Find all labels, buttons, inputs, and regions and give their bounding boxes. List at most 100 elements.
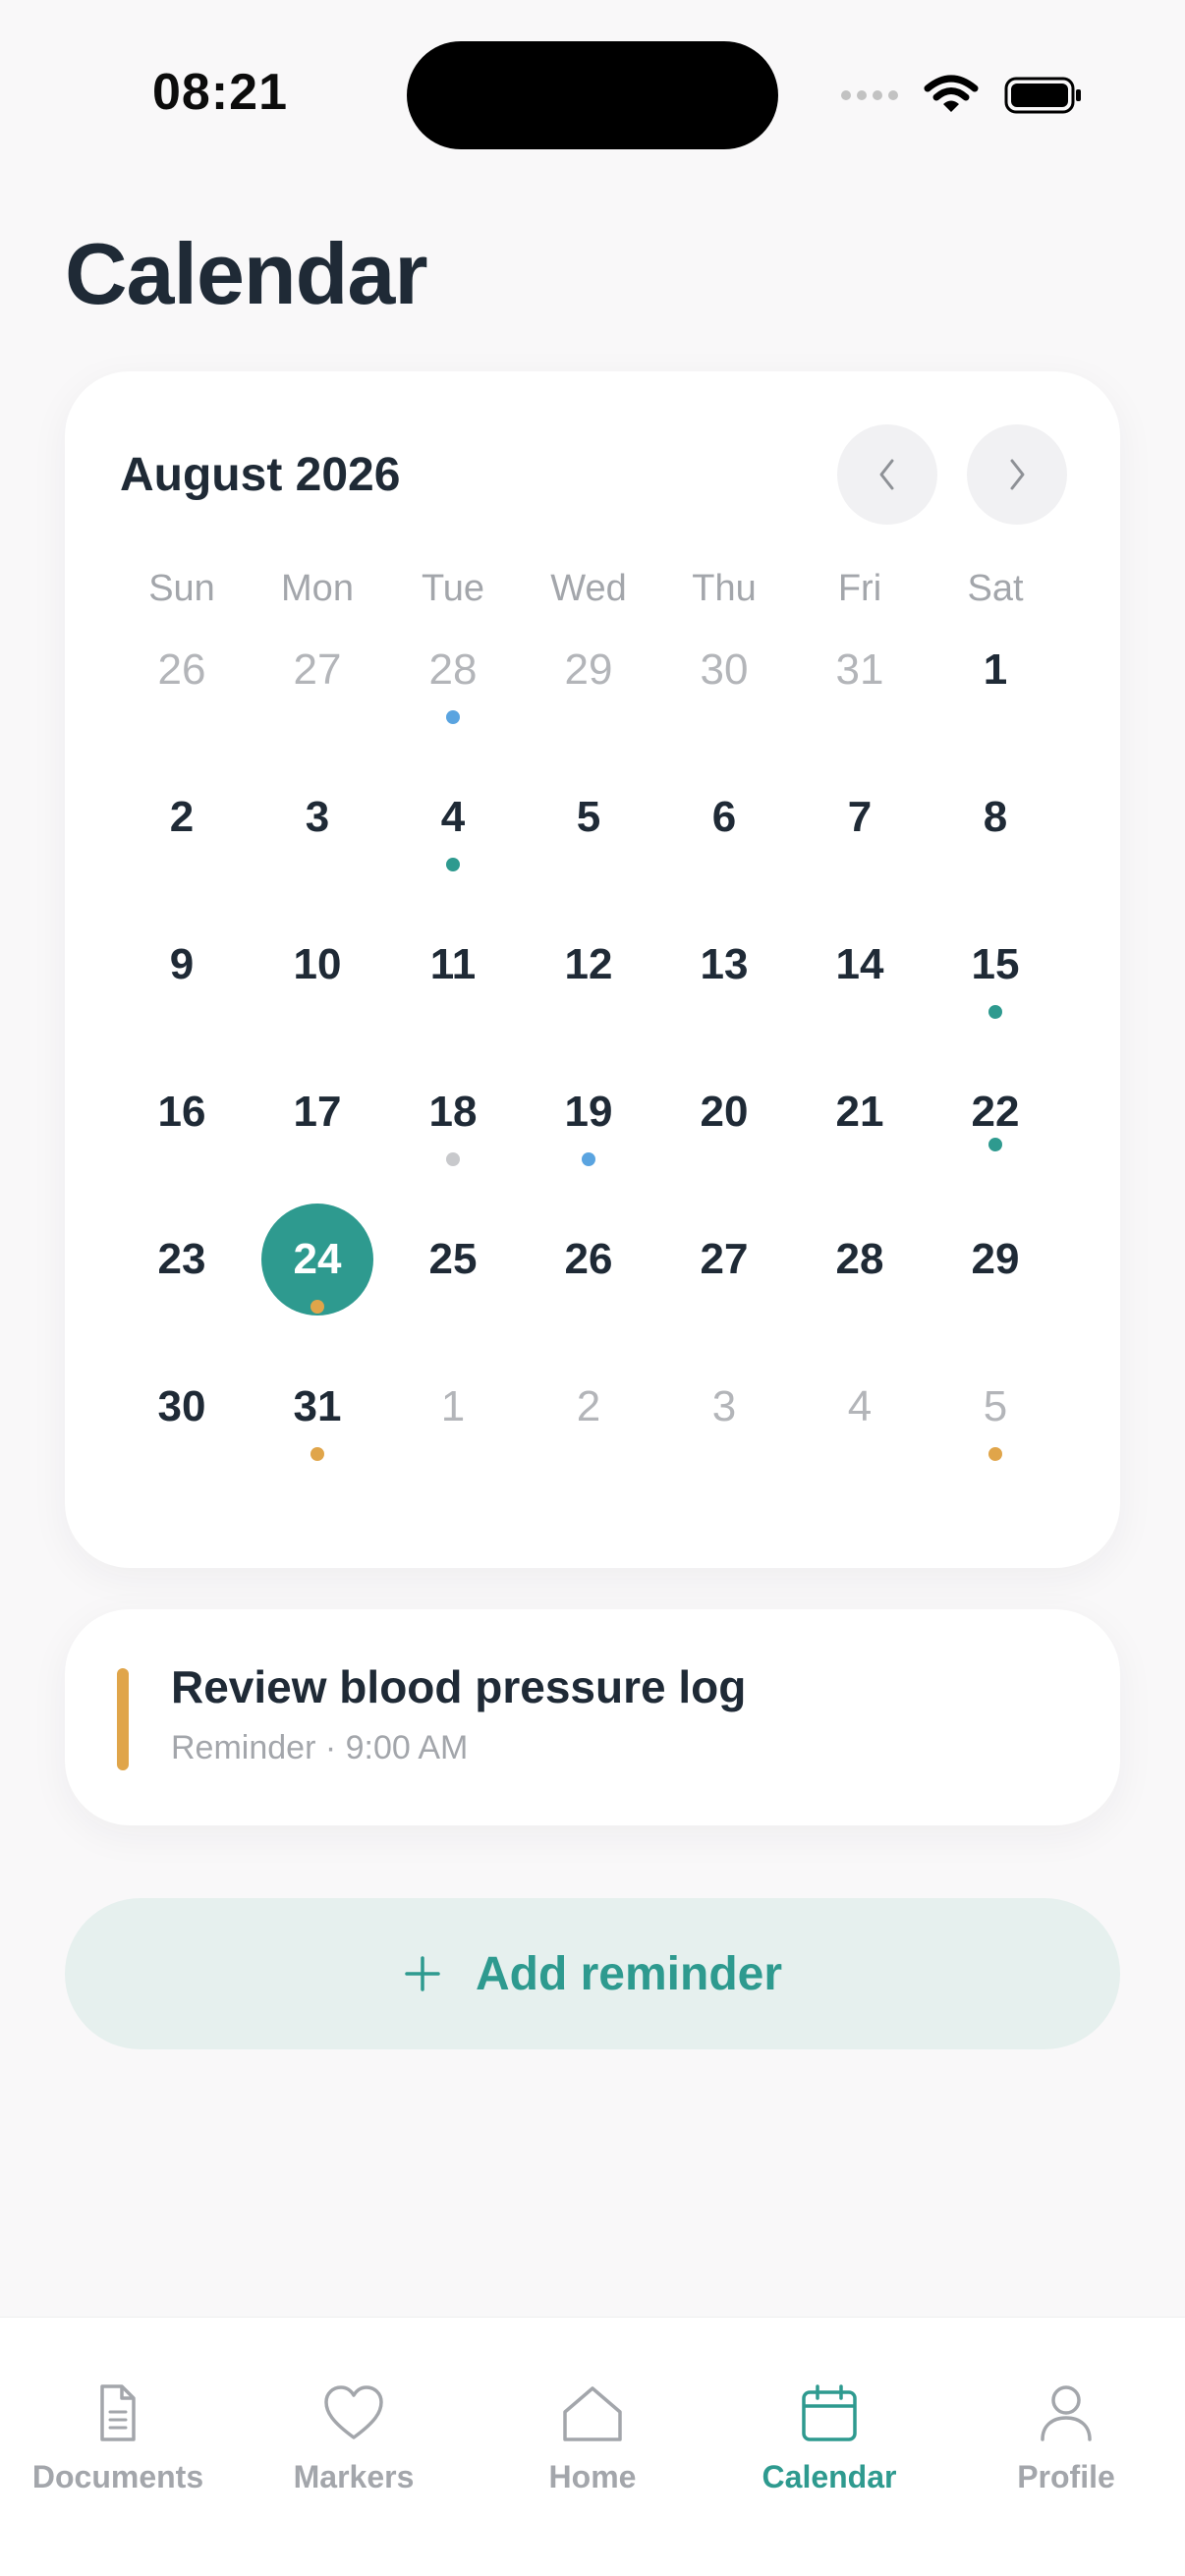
day-cell[interactable]: 27: [250, 643, 385, 790]
day-cell[interactable]: 5: [928, 1379, 1063, 1527]
day-number: 27: [700, 1235, 749, 1283]
day-cell[interactable]: 2: [521, 1379, 656, 1527]
tab-label: Markers: [293, 2459, 415, 2494]
day-number: 28: [835, 1235, 884, 1283]
day-number: 5: [983, 1382, 1008, 1430]
weekday-label: Thu: [692, 568, 757, 609]
event-dot: [446, 1152, 460, 1166]
day-cell[interactable]: 23: [114, 1232, 250, 1379]
day-cell[interactable]: 19: [521, 1085, 656, 1232]
tab-bar: Documents Markers Home Calendar Profile: [0, 2317, 1185, 2576]
weekday-label: Fri: [837, 568, 882, 609]
day-cell[interactable]: 26: [521, 1232, 656, 1379]
day-cell[interactable]: 28: [792, 1232, 928, 1379]
day-cell[interactable]: 1: [385, 1379, 521, 1527]
day-cell[interactable]: 4: [385, 790, 521, 937]
day-number: 1: [983, 645, 1008, 694]
day-number: 31: [293, 1382, 342, 1430]
day-cell[interactable]: 6: [656, 790, 792, 937]
day-cell[interactable]: 12: [521, 937, 656, 1085]
day-cell[interactable]: 5: [521, 790, 656, 937]
day-cell[interactable]: 3: [656, 1379, 792, 1527]
day-cell[interactable]: 8: [928, 790, 1063, 937]
day-number: 27: [293, 645, 342, 694]
event-dot: [988, 1138, 1002, 1151]
day-number: 8: [983, 793, 1008, 841]
day-number: 26: [157, 645, 206, 694]
day-cell[interactable]: 30: [656, 643, 792, 790]
day-cell[interactable]: 14: [792, 937, 928, 1085]
day-cell[interactable]: 3: [250, 790, 385, 937]
day-cell[interactable]: 15: [928, 937, 1063, 1085]
tab-markers[interactable]: Markers: [236, 2379, 472, 2495]
day-cell[interactable]: 11: [385, 937, 521, 1085]
next-month-button[interactable]: [967, 424, 1067, 525]
event-dot: [446, 710, 460, 724]
day-cell[interactable]: 30: [114, 1379, 250, 1527]
weekday-label: Sat: [967, 568, 1024, 609]
day-cell[interactable]: 2: [114, 790, 250, 937]
day-cell[interactable]: 1: [928, 643, 1063, 790]
chevron-right-icon: [1010, 459, 1025, 490]
weekday-label: Sun: [148, 568, 215, 609]
day-number: 4: [847, 1382, 873, 1430]
day-cell[interactable]: 18: [385, 1085, 521, 1232]
day-cell[interactable]: 20: [656, 1085, 792, 1232]
day-cell[interactable]: 10: [250, 937, 385, 1085]
calendar-card: August 2026 Sun Mon Tue Wed Thu Fri Sat 26 27 28…: [65, 371, 1120, 1568]
day-cell[interactable]: 22: [928, 1085, 1063, 1232]
day-cell[interactable]: 16: [114, 1085, 250, 1232]
tab-label: Documents: [31, 2459, 204, 2494]
day-cell[interactable]: 4: [792, 1379, 928, 1527]
day-number: 29: [971, 1235, 1020, 1283]
weekday-label: Wed: [550, 568, 627, 609]
day-cell[interactable]: 29: [928, 1232, 1063, 1379]
tab-home[interactable]: Home: [475, 2379, 710, 2495]
day-cell-selected[interactable]: 24: [250, 1204, 385, 1379]
day-number: 22: [971, 1088, 1020, 1136]
day-cell[interactable]: 31: [250, 1379, 385, 1527]
weekday-header: Sun Mon Tue Wed Thu Fri Sat: [114, 568, 1063, 610]
day-number: 2: [169, 793, 195, 841]
day-cell[interactable]: 31: [792, 643, 928, 790]
day-number: 15: [971, 940, 1020, 988]
tab-profile[interactable]: Profile: [948, 2379, 1184, 2495]
day-cell[interactable]: 21: [792, 1085, 928, 1232]
day-number: 28: [428, 645, 478, 694]
day-grid: 26 27 28 29 30 31 1 2 3 4 5 6 7 8 9 10 11 12 13 14 15 16 17 18 1…: [114, 643, 1063, 1527]
tab-calendar[interactable]: Calendar: [711, 2379, 947, 2495]
add-reminder-button[interactable]: Add reminder: [65, 1898, 1120, 2049]
day-cell[interactable]: 25: [385, 1232, 521, 1379]
day-cell[interactable]: 28: [385, 643, 521, 790]
day-number: 3: [305, 793, 330, 841]
day-cell[interactable]: 13: [656, 937, 792, 1085]
day-cell[interactable]: 26: [114, 643, 250, 790]
day-number: 19: [564, 1088, 613, 1136]
day-number: 24: [293, 1235, 342, 1283]
day-number: 13: [700, 940, 749, 988]
day-cell[interactable]: 29: [521, 643, 656, 790]
day-number: 4: [440, 793, 466, 841]
plus-icon: [405, 1956, 440, 1991]
day-cell[interactable]: 7: [792, 790, 928, 937]
event-dot: [582, 1152, 595, 1166]
add-reminder-label: Add reminder: [475, 1947, 783, 2000]
tab-documents[interactable]: Documents: [0, 2379, 236, 2495]
day-number: 3: [711, 1382, 737, 1430]
day-cell[interactable]: 9: [114, 937, 250, 1085]
home-icon: [563, 2386, 622, 2441]
previous-month-button[interactable]: [837, 424, 937, 525]
wifi-icon: [924, 75, 979, 112]
heart-icon: [324, 2385, 383, 2439]
weekday-label: Tue: [421, 568, 485, 609]
day-number: 11: [429, 940, 477, 988]
day-cell[interactable]: 27: [656, 1232, 792, 1379]
day-number: 23: [157, 1235, 206, 1283]
day-number: 31: [835, 645, 884, 694]
reminder-card[interactable]: Review blood pressure log Reminder · 9:0…: [65, 1609, 1120, 1825]
tab-label: Calendar: [762, 2459, 897, 2494]
day-number: 1: [440, 1382, 466, 1430]
reminder-title: Review blood pressure log: [171, 1661, 747, 1712]
dynamic-island: [407, 41, 778, 149]
event-dot: [988, 1447, 1002, 1461]
